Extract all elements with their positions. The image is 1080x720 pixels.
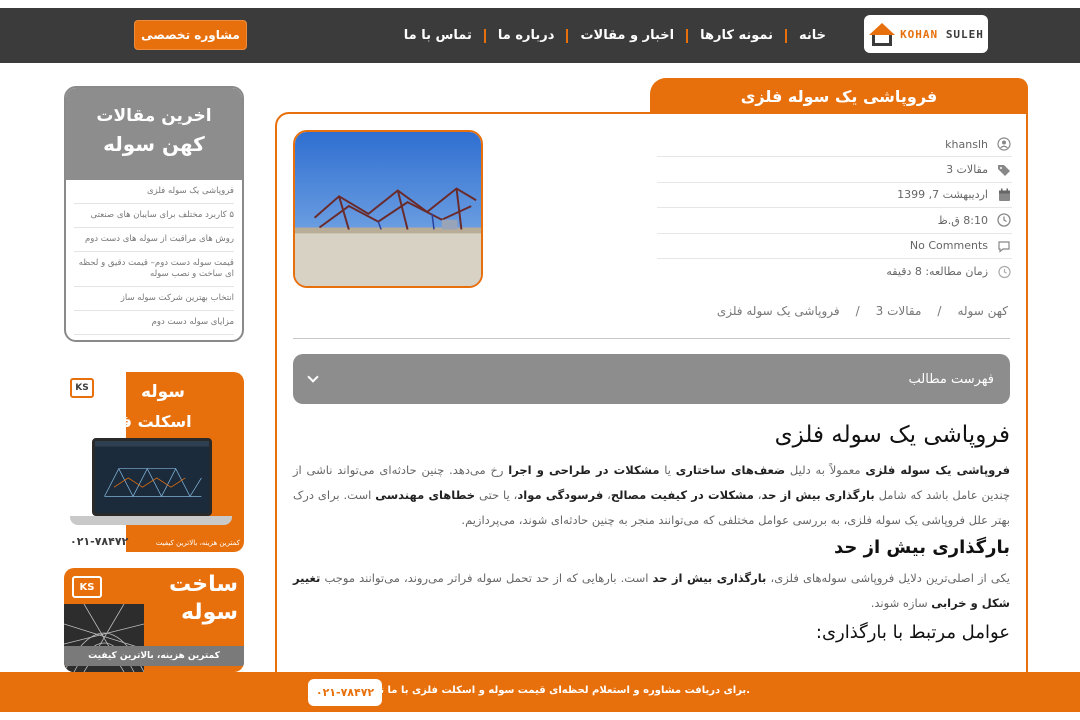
user-icon — [996, 137, 1012, 151]
recent-post-link[interactable]: انتخاب بهترین شرکت سوله ساز — [74, 287, 234, 312]
consultation-button[interactable]: مشاوره تخصصی — [134, 20, 247, 50]
ad-headline: سوله — [140, 382, 186, 402]
ad-subheadline: سوله — [180, 600, 238, 625]
clock-icon — [996, 213, 1012, 228]
breadcrumb-divider — [293, 338, 1010, 339]
post-title-tab: فروپاشی یک سوله فلزی — [650, 78, 1028, 114]
recent-post-link[interactable]: روش های مراقبت از سوله های دست دوم — [74, 228, 234, 253]
breadcrumb-separator: / — [855, 304, 860, 318]
ad-subheadline: اسکلت فلزی — [90, 412, 192, 431]
top-navbar: KOHAN SULEH خانه نمونه کارها اخبار و مقا… — [0, 8, 1080, 63]
logo-text-primary: KOHAN — [900, 27, 939, 41]
overload-paragraph: یکی از اصلی‌ترین دلایل فروپاشی سوله‌های … — [293, 571, 1011, 610]
recent-posts-header: اخرین مقالات کهن سوله — [66, 88, 242, 180]
toc-label: فهرست مطالب — [908, 371, 994, 387]
post-time: 8:10 ق.ظ — [937, 213, 988, 227]
post-body: فروپاشی یک سوله فلزی فروپاشی یک سوله فلز… — [293, 422, 1010, 651]
nav-item-home[interactable]: خانه — [787, 28, 838, 43]
nav-item-portfolio[interactable]: نمونه کارها — [688, 28, 785, 43]
ad-headline: ساخت — [168, 572, 238, 597]
meta-reading-time: زمان مطالعه: 8 دقیقه — [657, 259, 1012, 284]
category-name: مقالات 3 — [946, 163, 988, 177]
recent-posts-title: اخرین مقالات — [96, 106, 212, 126]
recent-posts-subtitle: کهن سوله — [103, 132, 205, 156]
reading-time: زمان مطالعه: 8 دقیقه — [886, 265, 988, 279]
post-heading: فروپاشی یک سوله فلزی — [774, 422, 1010, 448]
tags-icon — [996, 163, 1012, 177]
site-logo[interactable]: KOHAN SULEH — [864, 15, 988, 53]
laptop-illustration — [70, 438, 232, 530]
build-shed-ad-banner[interactable]: KS ساخت سوله کمترین هزینه، بالاترین کیفی… — [64, 568, 244, 672]
main-nav: خانه نمونه کارها اخبار و مقالات درباره م… — [392, 8, 838, 63]
recent-post-link[interactable]: فروپاشی یک سوله فلزی — [74, 180, 234, 205]
ad-slogan: کمترین هزینه، بالاترین کیفیت — [155, 539, 240, 547]
breadcrumb-current: فروپاشی یک سوله فلزی — [716, 304, 840, 318]
breadcrumb-category[interactable]: مقالات 3 — [876, 304, 922, 318]
section-heading-load-factors: عوامل مرتبط با بارگذاری: — [815, 622, 1010, 643]
ad-logo: KS — [72, 576, 102, 598]
post-featured-image[interactable] — [293, 130, 483, 288]
recent-post-link[interactable]: قیمت سوله دست دوم– قیمت دقیق و لحظه ای س… — [74, 252, 234, 288]
meta-author[interactable]: khanslh — [657, 132, 1012, 158]
post-intro-paragraph: فروپاشی یک سوله فلزی معمولاً به دلیل ضعف… — [293, 463, 1011, 527]
author-name: khanslh — [945, 137, 988, 151]
meta-date: اردیبهشت 7, 1399 — [657, 183, 1012, 209]
recent-post-link[interactable]: ۵ کاربرد مختلف برای سایبان های صنعتی — [74, 204, 234, 229]
comment-icon — [996, 239, 1012, 253]
ad-slogan: کمترین هزینه، بالاترین کیفیت — [64, 646, 244, 666]
chevron-down-icon — [307, 371, 319, 383]
section-heading-overload: بارگذاری بیش از حد — [833, 537, 1010, 558]
nav-item-about[interactable]: درباره ما — [486, 28, 567, 43]
history-icon — [996, 265, 1012, 279]
post-meta: khanslh مقالات 3 اردیبهشت 7, 1399 8:10 ق… — [657, 132, 1012, 284]
contact-banner-message: برای دریافت مشاوره و استعلام لحظه‌ای قیم… — [323, 685, 750, 696]
table-of-contents-toggle[interactable]: فهرست مطالب — [293, 354, 1010, 404]
breadcrumb-home[interactable]: کهن سوله — [957, 304, 1008, 318]
recent-posts-widget: اخرین مقالات کهن سوله فروپاشی یک سوله فل… — [64, 86, 244, 342]
post-date: اردیبهشت 7, 1399 — [897, 188, 988, 202]
meta-comments[interactable]: No Comments — [657, 234, 1012, 259]
nav-item-articles[interactable]: اخبار و مقالات — [568, 28, 686, 43]
calendar-icon — [996, 188, 1012, 202]
ad-phone: ۰۲۱-۷۸۴۷۲ — [70, 535, 129, 548]
logo-text-secondary: SULEH — [945, 27, 984, 41]
steel-frame-ad-banner[interactable]: KS سوله اسکلت فلزی ۰۲۱-۷۸۴۷۲ کمترین هزین… — [64, 372, 244, 552]
contact-banner: برای دریافت مشاوره و استعلام لحظه‌ای قیم… — [0, 672, 1080, 712]
recent-posts-list: فروپاشی یک سوله فلزی ۵ کاربرد مختلف برای… — [66, 180, 242, 336]
comments-count: No Comments — [909, 239, 988, 253]
breadcrumb: کهن سوله / مقالات 3 / فروپاشی یک سوله فل… — [717, 304, 1008, 318]
meta-time: 8:10 ق.ظ — [657, 208, 1012, 234]
meta-category[interactable]: مقالات 3 — [657, 157, 1012, 183]
post-card: khanslh مقالات 3 اردیبهشت 7, 1399 8:10 ق… — [275, 112, 1028, 712]
nav-item-contact[interactable]: تماس با ما — [392, 28, 484, 43]
breadcrumb-separator: / — [937, 304, 942, 318]
contact-phone-button[interactable]: ۰۲۱-۷۸۴۷۲ — [308, 679, 382, 706]
logo-mark-icon — [868, 21, 896, 47]
recent-post-link[interactable]: مزایای سوله دست دوم — [74, 311, 234, 336]
